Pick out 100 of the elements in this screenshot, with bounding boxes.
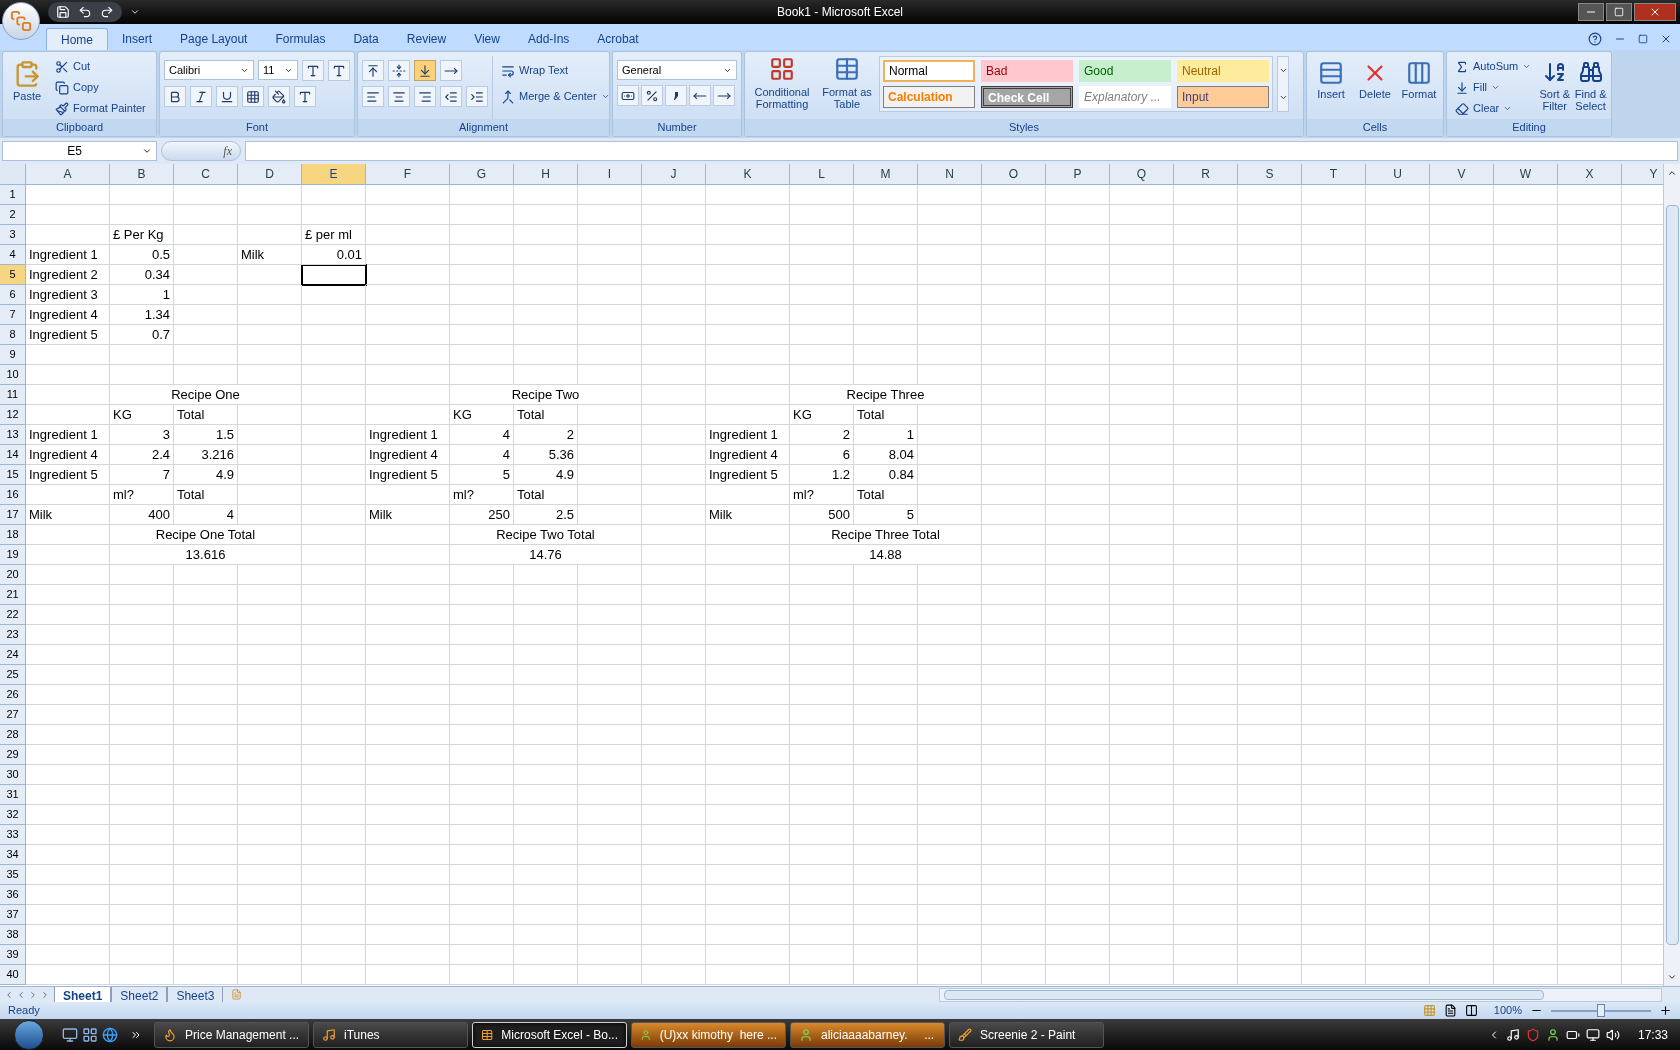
- column-header[interactable]: R: [1174, 164, 1238, 185]
- grid-cell[interactable]: 1: [110, 285, 174, 305]
- font-name-field[interactable]: Calibri: [164, 60, 254, 80]
- ribbon-tab[interactable]: View: [460, 28, 514, 50]
- grid-cell[interactable]: Total: [854, 485, 918, 505]
- grid-cell[interactable]: Ingredient 3: [26, 285, 110, 305]
- grid-cell[interactable]: 4: [450, 445, 514, 465]
- copy-button[interactable]: Copy: [51, 77, 150, 98]
- decrease-decimal-button[interactable]: [713, 85, 735, 106]
- grid-cell[interactable]: 0.01: [302, 245, 366, 265]
- merged-cell[interactable]: Recipe Three: [790, 385, 982, 405]
- ribbon-tab[interactable]: Acrobat: [583, 28, 653, 50]
- clear-button[interactable]: Clear: [1451, 98, 1536, 119]
- row-header[interactable]: 28: [0, 725, 26, 745]
- ribbon-tab[interactable]: Home: [46, 28, 108, 50]
- decrease-indent-button[interactable]: [440, 86, 462, 107]
- gallery-scroll-icon[interactable]: [1277, 56, 1289, 112]
- merged-cell[interactable]: 13.616: [110, 545, 302, 565]
- horizontal-scrollbar[interactable]: [939, 987, 1662, 1002]
- cell-style-button[interactable]: Neutral: [1177, 60, 1269, 82]
- grid-cell[interactable]: £ Per Kg: [110, 225, 174, 245]
- column-header[interactable]: Y: [1622, 164, 1663, 185]
- row-header[interactable]: 38: [0, 925, 26, 945]
- row-header[interactable]: 15: [0, 465, 26, 485]
- vertical-align-button[interactable]: [362, 60, 384, 81]
- scroll-thumb[interactable]: [944, 989, 1545, 1000]
- column-header[interactable]: G: [450, 164, 514, 185]
- orientation-button[interactable]: [440, 60, 462, 81]
- close-button[interactable]: [1634, 3, 1676, 21]
- grid-cell[interactable]: Ingredient 4: [366, 445, 450, 465]
- grid-cell[interactable]: Milk: [706, 505, 790, 525]
- cell-style-button[interactable]: Normal: [883, 60, 975, 82]
- merged-cell[interactable]: Recipe Two: [450, 385, 642, 405]
- grid-cell[interactable]: 500: [790, 505, 854, 525]
- ribbon-tab[interactable]: Add-Ins: [513, 28, 584, 50]
- taskbar-button[interactable]: (U)xx kimothy here ...: [631, 1021, 786, 1048]
- shrink-font-button[interactable]: [328, 60, 350, 81]
- zoom-slider-thumb[interactable]: [1597, 1003, 1605, 1017]
- grid-cell[interactable]: 4: [450, 425, 514, 445]
- grid-cell[interactable]: 0.34: [110, 265, 174, 285]
- grid-cell[interactable]: KG: [450, 405, 514, 425]
- grid-cell[interactable]: Milk: [26, 505, 110, 525]
- column-header[interactable]: V: [1430, 164, 1494, 185]
- column-header[interactable]: A: [26, 164, 110, 185]
- merged-cell[interactable]: Recipe One: [110, 385, 302, 405]
- grid-cell[interactable]: Total: [854, 405, 918, 425]
- grid-cell[interactable]: 4.9: [174, 465, 238, 485]
- ribbon-tab[interactable]: Page Layout: [166, 28, 262, 50]
- grid-cell[interactable]: Ingredient 5: [366, 465, 450, 485]
- grid-cell[interactable]: Ingredient 1: [26, 245, 110, 265]
- autosum-button[interactable]: AutoSum: [1451, 56, 1536, 77]
- vertical-align-button[interactable]: [414, 60, 436, 81]
- merged-cell[interactable]: Recipe Three Total: [790, 525, 982, 545]
- increase-indent-button[interactable]: [466, 86, 488, 107]
- column-header[interactable]: H: [514, 164, 578, 185]
- merged-cell[interactable]: 14.76: [450, 545, 642, 565]
- row-header[interactable]: 16: [0, 485, 26, 505]
- row-header[interactable]: 40: [0, 965, 26, 985]
- insert-function-button[interactable]: fx: [161, 141, 241, 161]
- grid-cell[interactable]: £ per ml: [302, 225, 366, 245]
- taskbar-button[interactable]: aliciaaaabarney. ...: [790, 1021, 945, 1048]
- grid-cell[interactable]: Ingredient 4: [26, 305, 110, 325]
- format-button[interactable]: Format: [1399, 56, 1439, 119]
- column-header[interactable]: L: [790, 164, 854, 185]
- sheet-tab[interactable]: Sheet3: [167, 986, 224, 1003]
- row-header[interactable]: 21: [0, 585, 26, 605]
- fill-color-button[interactable]: [268, 86, 290, 107]
- cell-style-button[interactable]: Good: [1079, 60, 1171, 82]
- grid-cell[interactable]: KG: [790, 405, 854, 425]
- row-header[interactable]: 12: [0, 405, 26, 425]
- column-header[interactable]: B: [110, 164, 174, 185]
- grid-cell[interactable]: ml?: [450, 485, 514, 505]
- grid-cell[interactable]: Total: [514, 485, 578, 505]
- grid-cell[interactable]: Milk: [238, 245, 302, 265]
- grid-cell[interactable]: 1.5: [174, 425, 238, 445]
- cell-style-button[interactable]: Bad: [981, 60, 1073, 82]
- row-header[interactable]: 33: [0, 825, 26, 845]
- row-header[interactable]: 25: [0, 665, 26, 685]
- column-header[interactable]: Q: [1110, 164, 1174, 185]
- select-all-corner[interactable]: [0, 164, 26, 185]
- bold-button[interactable]: [164, 86, 186, 107]
- row-header[interactable]: 30: [0, 765, 26, 785]
- column-header[interactable]: U: [1366, 164, 1430, 185]
- grid-cell[interactable]: 2: [790, 425, 854, 445]
- column-header[interactable]: P: [1046, 164, 1110, 185]
- wrap-text-button[interactable]: Wrap Text: [497, 60, 614, 81]
- grid-cell[interactable]: Ingredient 5: [706, 465, 790, 485]
- grid-cell[interactable]: Milk: [366, 505, 450, 525]
- row-header[interactable]: 32: [0, 805, 26, 825]
- grid-cell[interactable]: Total: [514, 405, 578, 425]
- taskbar-button[interactable]: Screenie 2 - Paint: [949, 1021, 1104, 1048]
- grid-cell[interactable]: 0.7: [110, 325, 174, 345]
- grid-cell[interactable]: 5.36: [514, 445, 578, 465]
- borders-button[interactable]: [242, 86, 264, 107]
- row-header[interactable]: 36: [0, 885, 26, 905]
- formula-input[interactable]: [245, 141, 1678, 161]
- column-header[interactable]: N: [918, 164, 982, 185]
- merged-cell[interactable]: Recipe One Total: [110, 525, 302, 545]
- column-header[interactable]: E: [302, 164, 366, 185]
- grid-cell[interactable]: Ingredient 1: [26, 425, 110, 445]
